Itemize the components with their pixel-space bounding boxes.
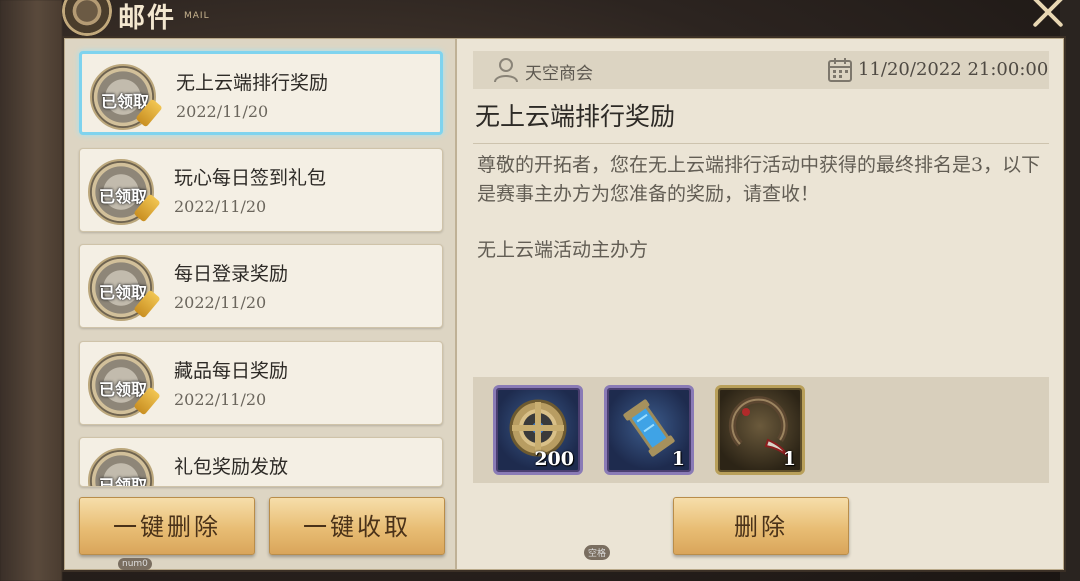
reward-item[interactable]: 1: [604, 385, 694, 475]
reward-item[interactable]: 200: [493, 385, 583, 475]
mail-item-title: 玩心每日签到礼包: [174, 167, 327, 189]
calendar-icon: [828, 58, 852, 82]
mail-item[interactable]: 已领取 无上云端排行奖励 2022/11/20: [79, 51, 443, 135]
mail-item-title: 无上云端排行奖励: [176, 72, 329, 94]
mail-item-title: 藏品每日奖励: [174, 360, 289, 382]
hotkey-hint: 空格: [584, 545, 611, 560]
mail-item-title: 每日登录奖励: [174, 263, 289, 285]
background-left: [0, 0, 62, 581]
mail-list: 已领取 无上云端排行奖励 2022/11/20 已领取 玩心每日签到礼包 202…: [65, 39, 457, 569]
envelope-icon: 已领取: [88, 352, 161, 418]
envelope-icon: 已领取: [88, 448, 154, 487]
mail-datetime: 11/20/2022 21:00:00: [858, 59, 1049, 80]
mail-detail-title: 无上云端排行奖励: [475, 102, 676, 131]
reward-bar: 200 1 1: [473, 377, 1049, 483]
mail-header: 邮件 MAIL: [0, 0, 1080, 38]
mail-item[interactable]: 已领取 藏品每日奖励 2022/11/20: [79, 341, 443, 425]
envelope-icon: 已领取: [88, 255, 161, 321]
hotkey-hint: num0: [118, 558, 152, 570]
mail-item[interactable]: 已领取 礼包奖励发放: [79, 437, 443, 487]
envelope-icon: 已领取: [88, 159, 161, 225]
mail-body: 尊敬的开拓者，您在无上云端排行活动中获得的最终排名是3，以下是赛事主办方为您准备…: [477, 154, 1041, 205]
reward-count: 1: [671, 448, 685, 470]
mail-item-title: 礼包奖励发放: [174, 456, 289, 478]
sender-bar: 天空商会 11/20/2022 21:00:00: [473, 51, 1049, 89]
person-icon: [494, 58, 518, 83]
reward-count: 1: [782, 448, 796, 470]
reward-item[interactable]: 1: [715, 385, 805, 475]
header-title: 邮件: [118, 3, 176, 34]
mail-item-date: 2022/11/20: [174, 390, 267, 409]
collect-all-button[interactable]: 一键收取: [269, 497, 445, 555]
envelope-icon: 已领取: [90, 64, 163, 130]
mail-signature: 无上云端活动主办方: [477, 239, 649, 261]
mail-item-date: 2022/11/20: [174, 197, 267, 216]
mail-item[interactable]: 已领取 每日登录奖励 2022/11/20: [79, 244, 443, 328]
divider: [473, 143, 1049, 144]
delete-all-button[interactable]: 一键删除: [79, 497, 255, 555]
mail-panel: 已领取 无上云端排行奖励 2022/11/20 已领取 玩心每日签到礼包 202…: [64, 38, 1064, 570]
close-icon[interactable]: [1028, 0, 1068, 32]
claimed-stamp: 已领取: [98, 476, 147, 487]
mail-item[interactable]: 已领取 玩心每日签到礼包 2022/11/20: [79, 148, 443, 232]
delete-button[interactable]: 删除: [673, 497, 849, 555]
mail-item-date: 2022/11/20: [176, 102, 269, 121]
mail-emblem-icon: [62, 0, 112, 36]
header-subtitle: MAIL: [184, 11, 210, 21]
mail-item-date: 2022/11/20: [174, 293, 267, 312]
sender-name: 天空商会: [525, 64, 593, 84]
reward-count: 200: [534, 448, 574, 470]
